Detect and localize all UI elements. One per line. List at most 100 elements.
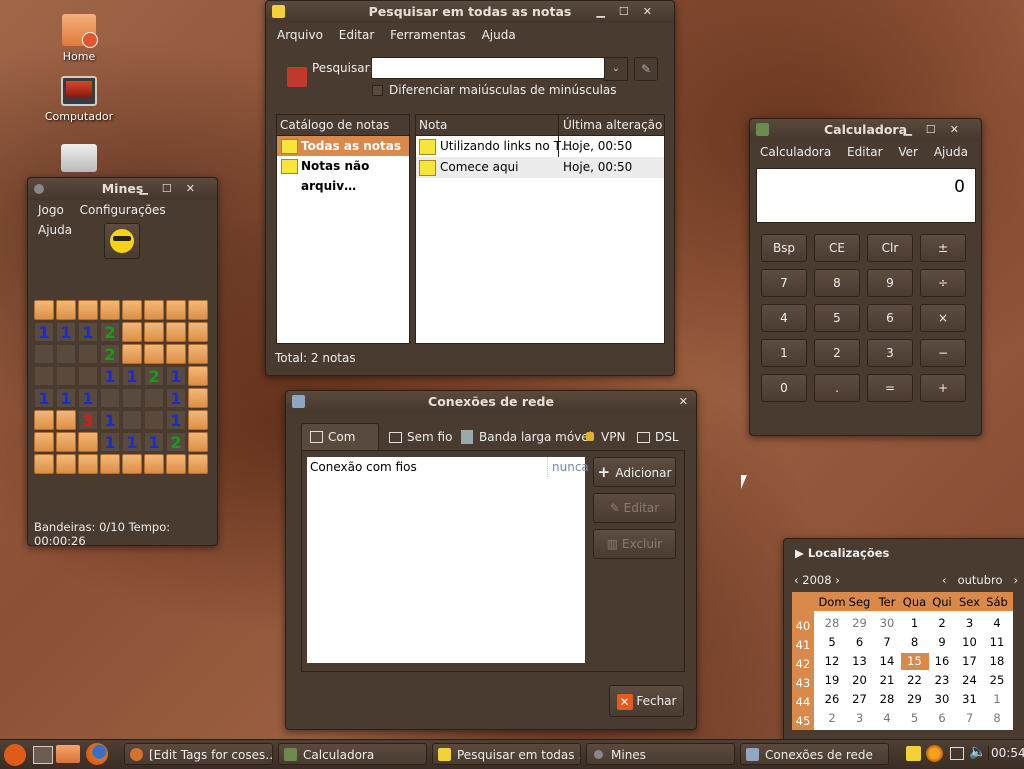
menu-editar[interactable]: Editar [847,145,883,159]
calendar-day[interactable]: 1 [983,691,1011,708]
catalog-item-all-notes[interactable]: Todas as notas [277,136,409,156]
menu-configuracoes[interactable]: Configurações [80,203,166,217]
mine-cell-open[interactable]: 1 [122,366,142,386]
calendar-day[interactable]: 28 [818,615,846,632]
mine-cell-closed[interactable] [166,322,186,342]
minefield[interactable]: 11122112111113111112 [34,300,212,478]
calendar-day[interactable]: 30 [928,691,956,708]
mine-cell-closed[interactable] [34,300,54,320]
tab-dsl[interactable]: DSL [629,426,679,448]
next-year-button[interactable]: › [832,573,840,587]
calendar-day[interactable]: 5 [901,710,929,727]
mine-cell-closed[interactable] [34,432,54,452]
volume-icon[interactable]: 🔈 [969,744,986,760]
calc-key[interactable]: ÷ [920,269,966,297]
search-input[interactable] [371,57,605,79]
mine-cell-open[interactable]: 1 [166,388,186,408]
mine-cell-closed[interactable] [144,344,164,364]
calendar-day[interactable]: 4 [983,615,1011,632]
mine-cell-closed[interactable] [188,344,208,364]
mine-cell-closed[interactable] [188,300,208,320]
mine-cell-open[interactable]: 1 [34,322,54,342]
menu-ajuda[interactable]: Ajuda [934,145,968,159]
delete-connection-button[interactable]: ▥ Excluir [593,529,676,559]
mine-cell-closed[interactable] [78,300,98,320]
mine-cell-closed[interactable] [100,300,120,320]
table-row[interactable]: Utilizando links no T… Hoje, 00:50 [416,136,664,157]
calendar-day[interactable]: 24 [956,672,984,689]
calendar-day[interactable]: 16 [928,653,956,670]
calc-key[interactable]: 5 [814,304,860,332]
calendar-day[interactable]: 29 [901,691,929,708]
calc-key[interactable]: Bsp [761,234,807,262]
case-sensitive-label[interactable]: Diferenciar maiúsculas de minúsculas [389,83,617,97]
calendar-day[interactable]: 12 [818,653,846,670]
search-history-dropdown[interactable]: ⌄ [604,57,628,81]
mine-cell-closed[interactable] [56,410,76,430]
calendar-day[interactable]: 29 [846,615,874,632]
mine-cell-closed[interactable] [34,454,54,474]
calendar-day[interactable]: 3 [956,615,984,632]
calc-key[interactable]: 7 [761,269,807,297]
calendar-day[interactable]: 15 [900,653,929,670]
locations-expander[interactable]: ▶ Localizações [795,546,889,560]
menu-arquivo[interactable]: Arquivo [277,28,323,42]
calendar-day[interactable]: 6 [928,710,956,727]
mine-cell-open[interactable]: 2 [100,344,120,364]
calendar-day[interactable]: 7 [873,634,901,651]
desktop-icon-home[interactable]: Home [39,14,119,63]
window-controls[interactable]: ▁☐✕ [596,1,666,23]
mine-cell-closed[interactable] [144,322,164,342]
calendar-day[interactable]: 11 [983,634,1011,651]
menu-ver[interactable]: Ver [898,145,918,159]
mine-cell-closed[interactable] [188,432,208,452]
mine-cell-open[interactable] [122,388,142,408]
mine-cell-open[interactable]: 1 [144,432,164,452]
mine-cell-open[interactable]: 1 [56,322,76,342]
calendar-day[interactable]: 27 [846,691,874,708]
calendar-day[interactable]: 8 [983,710,1011,727]
mine-cell-open[interactable]: 1 [100,432,120,452]
mine-cell-open[interactable] [34,366,54,386]
calc-key[interactable]: + [920,374,966,402]
mine-cell-closed[interactable] [188,410,208,430]
mine-cell-open[interactable] [78,344,98,364]
mine-cell-closed[interactable] [100,454,120,474]
calendar-day[interactable]: 2 [818,710,846,727]
desktop-icon-document[interactable] [39,144,119,176]
taskbar-item-conexoes[interactable]: Conexões de rede [740,743,889,765]
mine-cell-closed[interactable] [122,300,142,320]
mine-cell-open[interactable] [100,388,120,408]
calc-key[interactable]: = [867,374,913,402]
mine-cell-open[interactable]: 1 [122,432,142,452]
mine-cell-closed[interactable] [188,454,208,474]
desktop-icon-computer[interactable]: Computador [39,76,119,123]
window-controls[interactable]: ▁☐✕ [903,119,973,141]
notes-search-titlebar[interactable]: Pesquisar em todas as notas ▁☐✕ [266,1,674,23]
mine-cell-closed[interactable] [188,388,208,408]
mine-cell-closed[interactable] [56,300,76,320]
prev-month-button[interactable]: ‹ [942,573,958,587]
mine-cell-open[interactable] [56,366,76,386]
mine-cell-open[interactable]: 1 [78,322,98,342]
add-connection-button[interactable]: + Adicionar [593,457,676,487]
calc-key[interactable]: 2 [814,339,860,367]
window-controls[interactable]: ✕ [679,391,688,413]
calendar-day[interactable]: 22 [901,672,929,689]
clock[interactable]: 00:54 [988,746,1024,760]
mine-cell-closed[interactable] [56,454,76,474]
table-row[interactable]: Comece aqui Hoje, 00:50 [416,157,664,178]
calendar-day[interactable]: 8 [901,634,929,651]
mine-cell-open[interactable]: 2 [144,366,164,386]
edit-connection-button[interactable]: ✎ Editar [593,493,676,523]
mine-cell-closed[interactable] [122,322,142,342]
mine-cell-open[interactable]: 1 [100,366,120,386]
calc-key[interactable]: 0 [761,374,807,402]
calc-key[interactable]: × [920,304,966,332]
calendar-day[interactable]: 28 [873,691,901,708]
mines-titlebar[interactable]: Mines ▁☐✕ [28,178,217,200]
calendar-day[interactable]: 3 [846,710,874,727]
mine-cell-open[interactable]: 1 [166,410,186,430]
calendar-day[interactable]: 9 [928,634,956,651]
mine-cell-closed[interactable] [122,454,142,474]
